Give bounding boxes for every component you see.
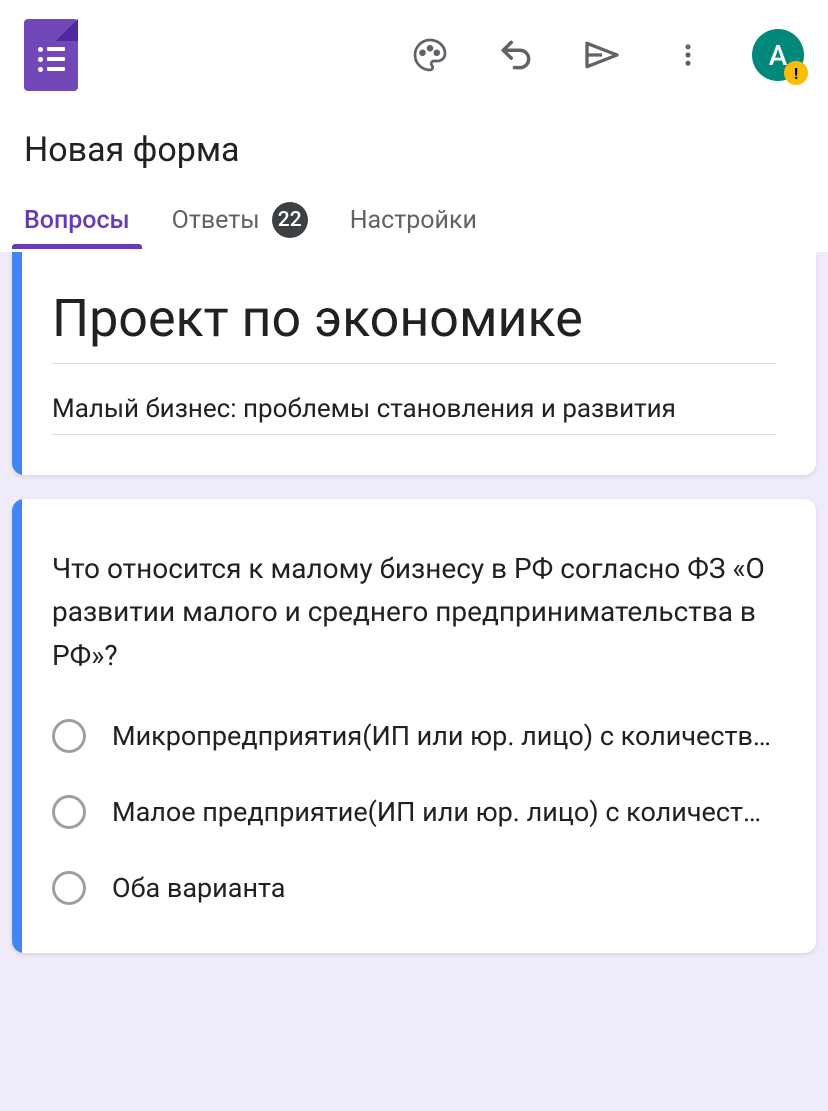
question-text[interactable]: Что относится к малому бизнесу в РФ согл…	[52, 547, 776, 677]
radio-icon[interactable]	[52, 795, 86, 829]
option-label[interactable]: Оба варианта	[112, 872, 776, 904]
forms-logo[interactable]	[24, 19, 78, 91]
card-accent	[12, 499, 22, 953]
form-description[interactable]: Малый бизнес: проблемы становления и раз…	[52, 394, 776, 435]
header: A ! Новая форма Вопросы Ответы 22 Настро…	[0, 0, 828, 252]
tab-settings-label: Настройки	[350, 206, 477, 235]
option-row[interactable]: Оба варианта	[52, 871, 776, 905]
more-icon[interactable]	[666, 33, 710, 77]
question-card[interactable]: Что относится к малому бизнесу в РФ согл…	[12, 499, 816, 953]
option-label[interactable]: Малое предприятие(ИП или юр. лицо) с кол…	[112, 796, 776, 828]
option-label[interactable]: Микропредприятия(ИП или юр. лицо) с коли…	[112, 720, 776, 752]
tabs: Вопросы Ответы 22 Настройки	[24, 202, 804, 252]
radio-icon[interactable]	[52, 719, 86, 753]
form-name[interactable]: Новая форма	[24, 130, 804, 170]
title-card[interactable]: Проект по экономике Малый бизнес: пробле…	[12, 252, 816, 475]
card-accent	[12, 252, 22, 475]
radio-icon[interactable]	[52, 871, 86, 905]
avatar[interactable]: A !	[752, 29, 804, 81]
undo-icon[interactable]	[494, 33, 538, 77]
tab-questions[interactable]: Вопросы	[24, 206, 130, 249]
tab-settings[interactable]: Настройки	[350, 206, 477, 249]
alert-icon: !	[784, 61, 808, 85]
tab-questions-label: Вопросы	[24, 206, 130, 235]
toolbar: A !	[24, 20, 804, 90]
tab-responses-label: Ответы	[172, 206, 260, 235]
responses-badge: 22	[272, 202, 308, 238]
send-icon[interactable]	[580, 33, 624, 77]
form-title[interactable]: Проект по экономике	[52, 288, 776, 364]
toolbar-actions: A !	[408, 29, 804, 81]
option-row[interactable]: Малое предприятие(ИП или юр. лицо) с кол…	[52, 795, 776, 829]
tab-responses[interactable]: Ответы 22	[172, 202, 308, 252]
palette-icon[interactable]	[408, 33, 452, 77]
option-row[interactable]: Микропредприятия(ИП или юр. лицо) с коли…	[52, 719, 776, 753]
